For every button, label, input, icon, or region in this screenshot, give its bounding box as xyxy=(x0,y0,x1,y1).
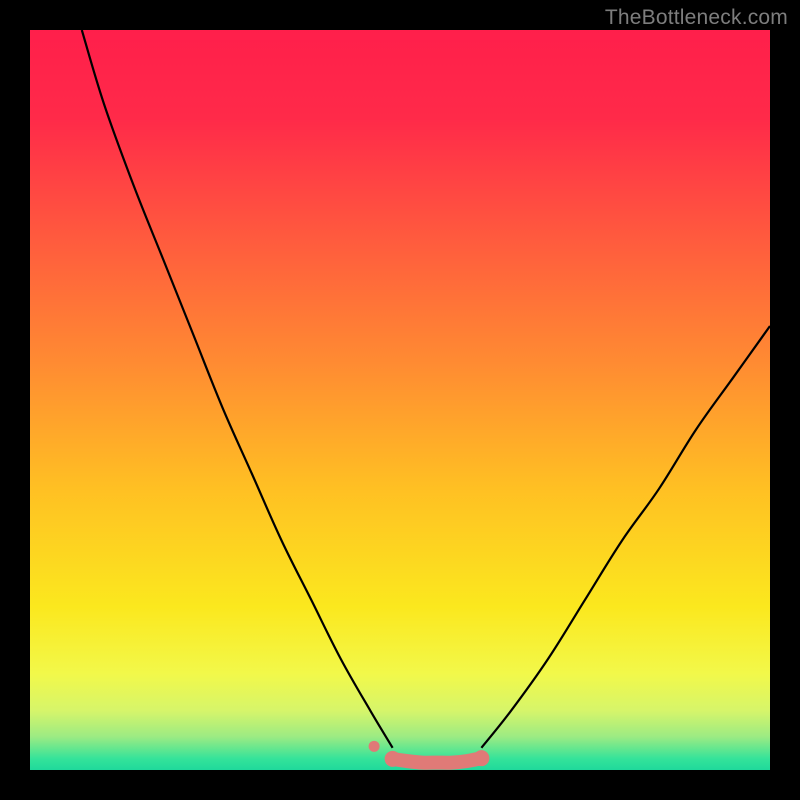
plot-area xyxy=(30,30,770,770)
background-gradient xyxy=(30,30,770,770)
watermark-text: TheBottleneck.com xyxy=(605,6,788,30)
chart-frame: TheBottleneck.com xyxy=(0,0,800,800)
